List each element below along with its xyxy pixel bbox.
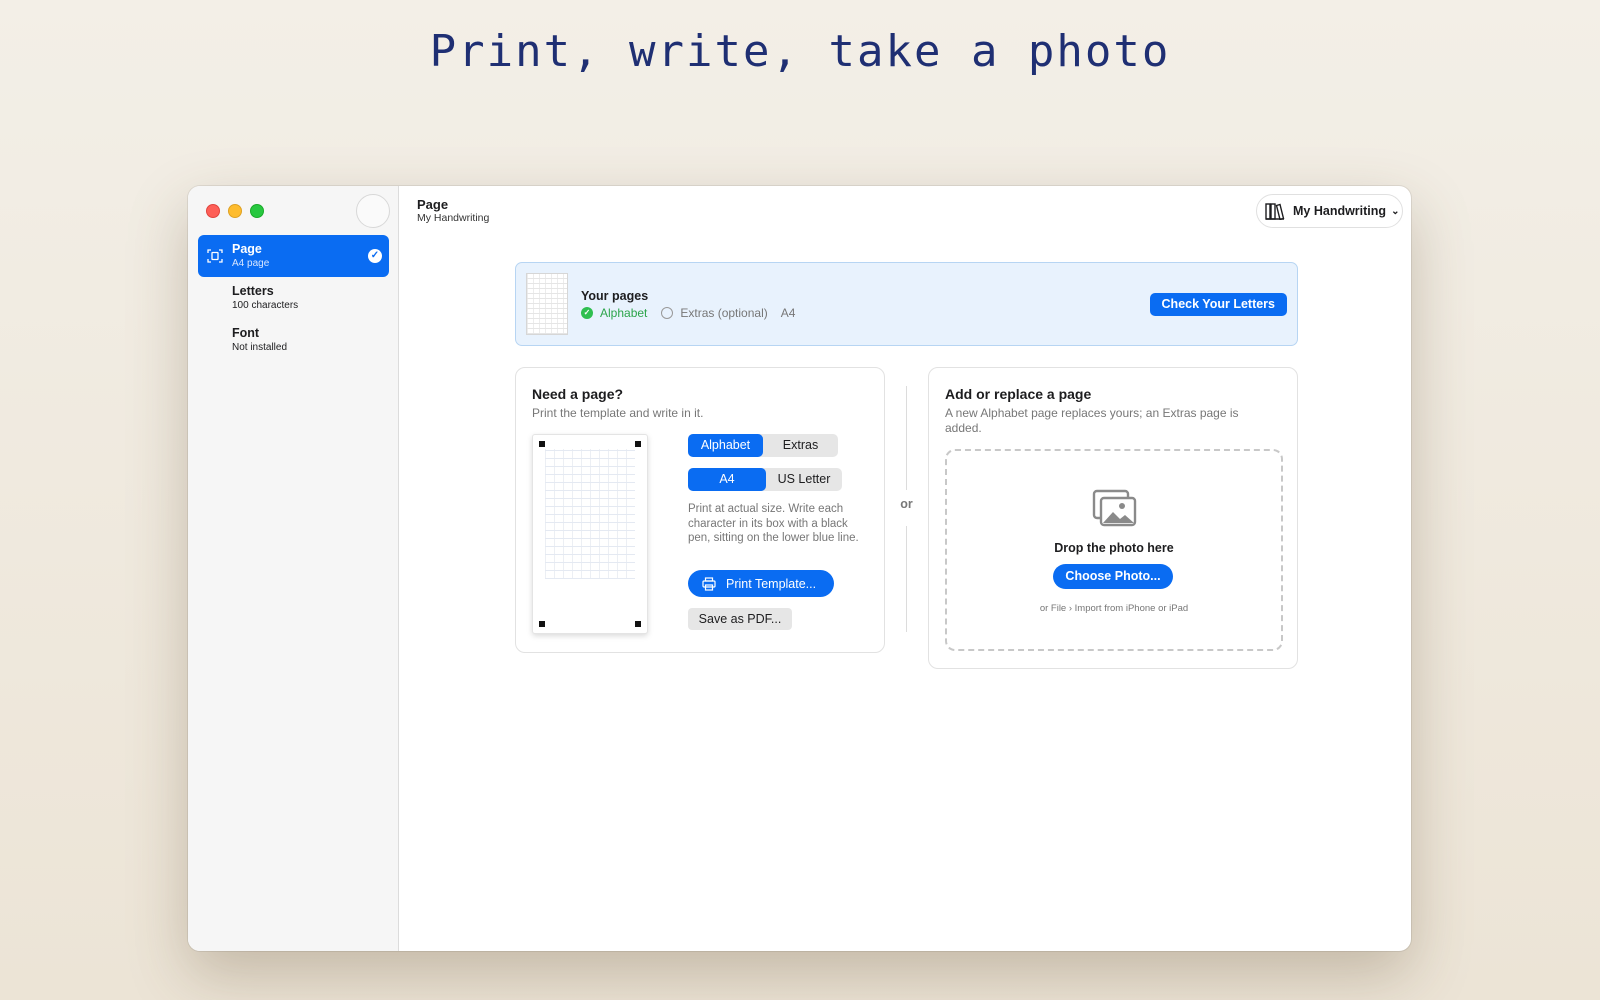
- your-pages-banner: Your pages ✓ Alphabet Extras (optional) …: [515, 262, 1298, 346]
- sidebar-item-page[interactable]: Page A4 page ✓: [198, 235, 389, 277]
- card-description: A new Alphabet page replaces yours; an E…: [945, 406, 1239, 435]
- alphabet-status-label: Alphabet: [600, 306, 648, 320]
- choose-photo-button[interactable]: Choose Photo...: [1053, 564, 1173, 589]
- sidebar-nav: Page A4 page ✓ Letters 100 characters Fo…: [198, 235, 389, 361]
- print-template-button[interactable]: Print Template...: [688, 570, 834, 597]
- printer-icon: [702, 576, 716, 591]
- headline: Print, write, take a photo: [429, 26, 1171, 77]
- extras-status: Extras (optional): [661, 306, 768, 320]
- photo-drop-zone[interactable]: Drop the photo here Choose Photo... or F…: [945, 449, 1283, 651]
- card-title: Need a page?: [532, 386, 624, 402]
- template-preview: [532, 434, 648, 634]
- zoom-button[interactable]: [250, 204, 264, 218]
- close-button[interactable]: [206, 204, 220, 218]
- checkmark-icon: ✓: [581, 307, 593, 319]
- sidebar-item-letters[interactable]: Letters 100 characters: [198, 277, 389, 319]
- page-type-extras[interactable]: Extras: [763, 434, 838, 457]
- minimize-button[interactable]: [228, 204, 242, 218]
- page-thumbnail[interactable]: [526, 273, 568, 335]
- sidebar-item-subtitle: 100 characters: [232, 300, 299, 311]
- document-menu-button[interactable]: My Handwriting ⌄: [1256, 194, 1403, 228]
- page-status-list: ✓ Alphabet Extras (optional) A4: [581, 306, 795, 320]
- add-page-card: Add or replace a page A new Alphabet pag…: [928, 367, 1298, 669]
- sidebar-item-title: Letters: [232, 284, 274, 298]
- sidebar-item-subtitle: Not installed: [232, 342, 288, 353]
- paper-size-selector: A4 US Letter: [688, 468, 842, 491]
- divider: [906, 386, 907, 490]
- app-window: Page A4 page ✓ Letters 100 characters Fo…: [188, 186, 1411, 951]
- print-instructions: Print at actual size. Write each charact…: [688, 503, 859, 544]
- window-title: Page My Handwriting: [417, 197, 489, 225]
- alphabet-status: ✓ Alphabet: [581, 306, 647, 320]
- sidebar-toggle-button[interactable]: [356, 194, 390, 228]
- sidebar-item-subtitle: A4 page: [232, 258, 270, 269]
- save-pdf-button[interactable]: Save as PDF...: [688, 608, 792, 630]
- library-icon: [1265, 203, 1285, 220]
- paper-size-label: A4: [780, 306, 796, 320]
- corner-marker: [635, 621, 641, 627]
- chevron-down-icon: ⌄: [1391, 205, 1400, 217]
- window-controls: [206, 204, 264, 218]
- sidebar-item-font[interactable]: Font Not installed: [198, 319, 389, 361]
- page-type-alphabet[interactable]: Alphabet: [688, 434, 763, 457]
- page-title: Page: [417, 197, 449, 212]
- template-grid: [545, 449, 635, 579]
- page-scan-icon: [207, 249, 223, 263]
- sidebar: Page A4 page ✓ Letters 100 characters Fo…: [188, 186, 399, 951]
- need-page-card: Need a page? Print the template and writ…: [515, 367, 885, 653]
- import-hint: or File › Import from iPhone or iPad: [1039, 603, 1189, 614]
- extras-status-label: Extras (optional): [680, 306, 768, 320]
- card-title: Add or replace a page: [945, 386, 1092, 402]
- check-letters-button[interactable]: Check Your Letters: [1149, 293, 1287, 316]
- corner-marker: [539, 621, 545, 627]
- card-description: Print the template and write in it.: [532, 406, 704, 420]
- sidebar-item-title: Font: [232, 326, 260, 340]
- empty-circle-icon: [661, 307, 674, 319]
- sidebar-item-title: Page: [232, 242, 262, 256]
- page-subtitle: My Handwriting: [417, 212, 490, 224]
- main-content: Page My Handwriting My Handwriting ⌄ You…: [399, 186, 1411, 951]
- page-type-selector: Alphabet Extras: [688, 434, 838, 457]
- corner-marker: [539, 441, 545, 447]
- divider: [906, 526, 907, 632]
- print-template-label: Print Template...: [726, 576, 817, 591]
- or-label: or: [900, 497, 913, 511]
- paper-us-letter[interactable]: US Letter: [766, 468, 842, 491]
- drop-zone-title: Drop the photo here: [1054, 541, 1174, 555]
- document-menu-label: My Handwriting: [1293, 204, 1387, 218]
- paper-a4[interactable]: A4: [688, 468, 766, 491]
- photos-icon: [1092, 489, 1137, 527]
- or-separator: or: [885, 386, 928, 632]
- checkmark-icon: ✓: [368, 249, 382, 263]
- corner-marker: [635, 441, 641, 447]
- banner-title: Your pages: [581, 289, 649, 303]
